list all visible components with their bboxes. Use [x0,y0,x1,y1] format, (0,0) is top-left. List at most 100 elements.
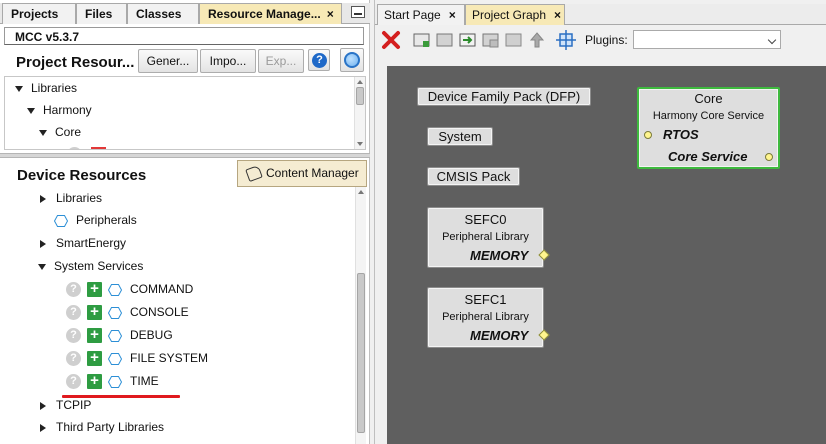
service-label: CONSOLE [130,305,189,319]
new-container-icon[interactable] [412,30,432,50]
tab-classes[interactable]: Classes [127,3,199,24]
add-icon[interactable]: + [87,281,102,298]
tab-start-page[interactable]: Start Page × [377,4,465,25]
help-circle-icon[interactable]: ? [66,282,81,298]
service-label: TIME [130,374,159,388]
help-circle-icon[interactable]: ? [66,351,81,367]
help-circle-icon[interactable]: ? [66,328,81,344]
add-icon[interactable]: + [87,327,102,344]
generate-button[interactable]: Gener... [138,49,198,73]
highlight-underline [62,395,180,398]
plugins-dropdown[interactable] [633,30,781,49]
tab-start-page-label: Start Page [384,8,441,22]
close-icon[interactable]: × [449,8,456,22]
tree-item-peripherals[interactable]: Peripherals [54,209,137,231]
sefc1-node[interactable]: SEFC1 Peripheral Library MEMORY [427,287,550,348]
expand-arrow-icon[interactable] [40,401,46,410]
tab-project-graph[interactable]: Project Graph × [465,4,565,25]
tree-item-label: System Services [54,259,144,273]
tree-item-system-services[interactable]: System Services [38,255,143,277]
tab-files[interactable]: Files [76,3,127,24]
service-item-console[interactable]: ? + CONSOLE [66,301,189,323]
close-icon[interactable]: × [327,7,334,21]
minimize-button[interactable] [351,6,365,18]
tree-item-smartenergy[interactable]: SmartEnergy [40,232,126,254]
tree-item-libraries[interactable]: Libraries [15,77,77,99]
export-button[interactable]: Exp... [258,49,304,73]
scroll-thumb[interactable] [357,273,365,433]
tree-item-third-party[interactable]: Third Party Libraries [40,416,164,438]
memory-port-label: MEMORY [470,328,529,343]
tree-item-label: Core [55,125,82,139]
expand-arrow-icon[interactable] [40,194,46,203]
tab-projects[interactable]: Projects [2,3,76,24]
tag-icon [245,164,263,183]
help-circle-icon[interactable]: ? [66,374,81,390]
add-to-container-icon[interactable] [435,30,455,50]
memory-port-connector[interactable] [538,249,550,261]
plugins-label: Plugins: [585,33,628,47]
graph-toolbar: Plugins: [375,26,826,54]
scroll-thumb[interactable] [356,87,364,105]
cmsis-pack-node[interactable]: CMSIS Pack [427,167,520,186]
tree-item-core[interactable]: Core [39,121,81,143]
system-node[interactable]: System [427,127,493,146]
content-manager-label: Content Manager [266,166,359,180]
sefc0-node[interactable]: SEFC0 Peripheral Library MEMORY [427,207,550,268]
tab-resource-manager[interactable]: Resource Manage... × [199,3,342,24]
scroll-down-icon[interactable] [357,142,363,146]
move-out-icon[interactable] [481,30,501,50]
rtos-port-connector[interactable] [644,131,652,139]
add-icon[interactable]: + [87,373,102,390]
node-subtitle: Peripheral Library [442,311,529,323]
service-item-command[interactable]: ? + COMMAND [66,278,193,300]
expand-arrow-icon[interactable] [39,129,47,136]
tree-item-clipped [67,143,107,149]
component-hex-icon [108,352,122,365]
dfp-node[interactable]: Device Family Pack (DFP) [417,87,591,106]
service-item-file-system[interactable]: ? + FILE SYSTEM [66,347,208,369]
tree-item-harmony[interactable]: Harmony [27,99,92,121]
move-in-icon[interactable] [458,30,478,50]
device-resources-scrollbar[interactable] [355,187,366,444]
rtos-port-label: RTOS [663,127,699,142]
close-icon[interactable]: × [554,8,561,22]
core-service-port-connector[interactable] [765,153,773,161]
core-node[interactable]: Core Harmony Core Service RTOS Core Serv… [637,87,780,169]
delete-icon[interactable] [381,30,401,50]
add-icon[interactable]: + [87,304,102,321]
right-tab-bar: Start Page × Project Graph × [375,4,826,25]
device-resources-title: Device Resources [17,167,147,184]
memory-port-connector[interactable] [538,329,550,341]
container-icon[interactable] [504,30,524,50]
service-item-time[interactable]: ? + TIME [66,370,159,392]
project-resources-scrollbar[interactable] [354,77,365,149]
auto-arrange-icon[interactable] [556,30,576,50]
help-circle-icon[interactable]: ? [66,305,81,321]
scroll-up-icon[interactable] [357,80,363,84]
expand-arrow-icon[interactable] [38,263,46,270]
expand-arrow-icon[interactable] [15,85,23,92]
scroll-up-icon[interactable] [358,190,364,194]
right-pane: Start Page × Project Graph × Plugins: De… [374,0,826,444]
up-arrow-icon[interactable] [527,30,547,50]
project-resources-tree: Libraries Harmony Core [4,76,366,150]
project-graph-canvas[interactable]: Device Family Pack (DFP) System CMSIS Pa… [387,66,826,444]
tree-item-label: TCPIP [56,398,92,412]
component-hex-icon [108,306,122,319]
splitter-handle[interactable] [0,153,370,158]
globe-button[interactable] [340,48,364,72]
expand-arrow-icon[interactable] [27,107,35,114]
remove-icon[interactable] [91,147,107,149]
component-hex-icon [108,375,122,388]
node-title: Core [694,91,723,106]
import-button[interactable]: Impo... [200,49,256,73]
content-manager-button[interactable]: Content Manager [237,160,367,187]
add-icon[interactable]: + [87,350,102,367]
help-button[interactable]: ? [308,49,330,71]
tree-item-libraries[interactable]: Libraries [40,187,102,209]
service-item-debug[interactable]: ? + DEBUG [66,324,173,346]
expand-arrow-icon[interactable] [40,423,46,432]
expand-arrow-icon[interactable] [40,239,46,248]
node-subtitle: Peripheral Library [442,231,529,243]
